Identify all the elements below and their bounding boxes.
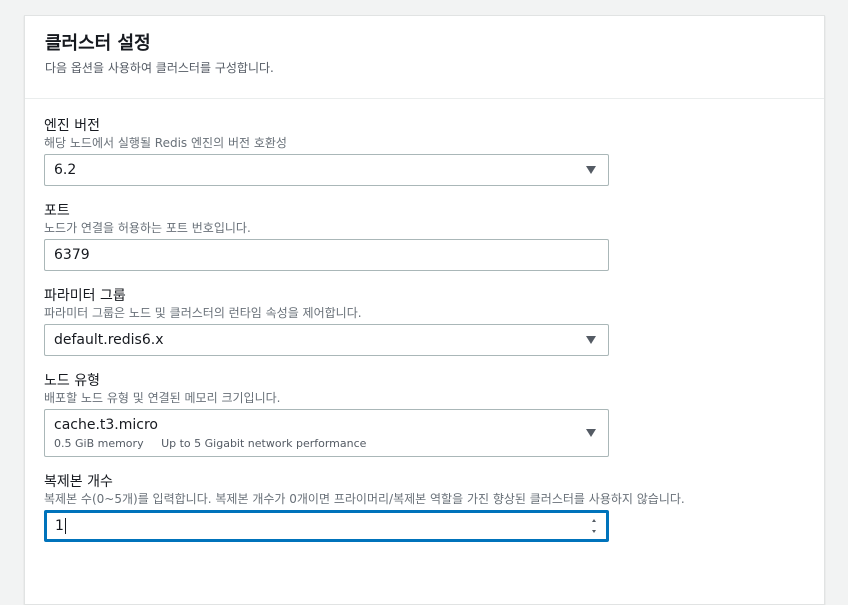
cluster-settings-panel: 클러스터 설정 다음 옵션을 사용하여 클러스터를 구성합니다. 엔진 버전 해… [24, 15, 825, 605]
spinner-up-icon[interactable] [592, 519, 596, 522]
node-type-field: 노드 유형 배포할 노드 유형 및 연결된 메모리 크기입니다. cache.t… [44, 372, 824, 457]
caret-down-icon [586, 166, 596, 174]
engine-version-value: 6.2 [54, 162, 77, 178]
parameter-group-select[interactable]: default.redis6.x [44, 324, 609, 356]
engine-version-select[interactable]: 6.2 [44, 154, 609, 186]
panel-title: 클러스터 설정 [45, 33, 151, 54]
panel-body: 엔진 버전 해당 노드에서 실행될 Redis 엔진의 버전 호환성 6.2 포… [25, 99, 824, 542]
port-field: 포트 노드가 연결을 허용하는 포트 번호입니다. 6379 [44, 202, 824, 271]
port-value: 6379 [54, 247, 90, 263]
node-type-memory: 0.5 GiB memory [54, 436, 144, 450]
caret-down-icon [586, 429, 596, 437]
node-type-select[interactable]: cache.t3.micro 0.5 GiB memory Up to 5 Gi… [44, 409, 609, 457]
node-type-label: 노드 유형 [44, 373, 100, 389]
replicas-number-input[interactable]: 1 [44, 510, 609, 542]
parameter-group-description: 파라미터 그룹은 노드 및 클러스터의 런타임 속성을 제어합니다. [44, 306, 362, 320]
port-input[interactable]: 6379 [44, 239, 609, 271]
text-cursor [64, 518, 66, 534]
engine-version-description: 해당 노드에서 실행될 Redis 엔진의 버전 호환성 [44, 136, 287, 150]
parameter-group-field: 파라미터 그룹 파라미터 그룹은 노드 및 클러스터의 런타임 속성을 제어합니… [44, 287, 824, 356]
node-type-network: Up to 5 Gigabit network performance [161, 436, 367, 450]
parameter-group-label: 파라미터 그룹 [44, 288, 126, 304]
port-label: 포트 [44, 203, 70, 219]
node-type-description: 배포할 노드 유형 및 연결된 메모리 크기입니다. [44, 391, 281, 405]
caret-down-icon [586, 336, 596, 344]
replicas-description: 복제본 수(0~5개)를 입력합니다. 복제본 개수가 0개이면 프라이머리/복… [44, 492, 685, 506]
spinner-icon[interactable] [591, 519, 597, 533]
port-description: 노드가 연결을 허용하는 포트 번호입니다. [44, 221, 251, 235]
replicas-label: 복제본 개수 [44, 474, 113, 490]
parameter-group-value: default.redis6.x [54, 332, 164, 348]
engine-version-label: 엔진 버전 [44, 118, 100, 134]
node-type-details: 0.5 GiB memory Up to 5 Gigabit network p… [54, 436, 366, 451]
spinner-down-icon[interactable] [592, 530, 596, 533]
node-type-value: cache.t3.micro [54, 416, 158, 433]
replicas-field: 복제본 개수 복제본 수(0~5개)를 입력합니다. 복제본 개수가 0개이면 … [44, 473, 824, 542]
replicas-value: 1 [55, 518, 64, 534]
panel-header: 클러스터 설정 다음 옵션을 사용하여 클러스터를 구성합니다. [25, 16, 824, 99]
engine-version-field: 엔진 버전 해당 노드에서 실행될 Redis 엔진의 버전 호환성 6.2 [44, 117, 824, 186]
panel-subtitle: 다음 옵션을 사용하여 클러스터를 구성합니다. [45, 61, 274, 75]
